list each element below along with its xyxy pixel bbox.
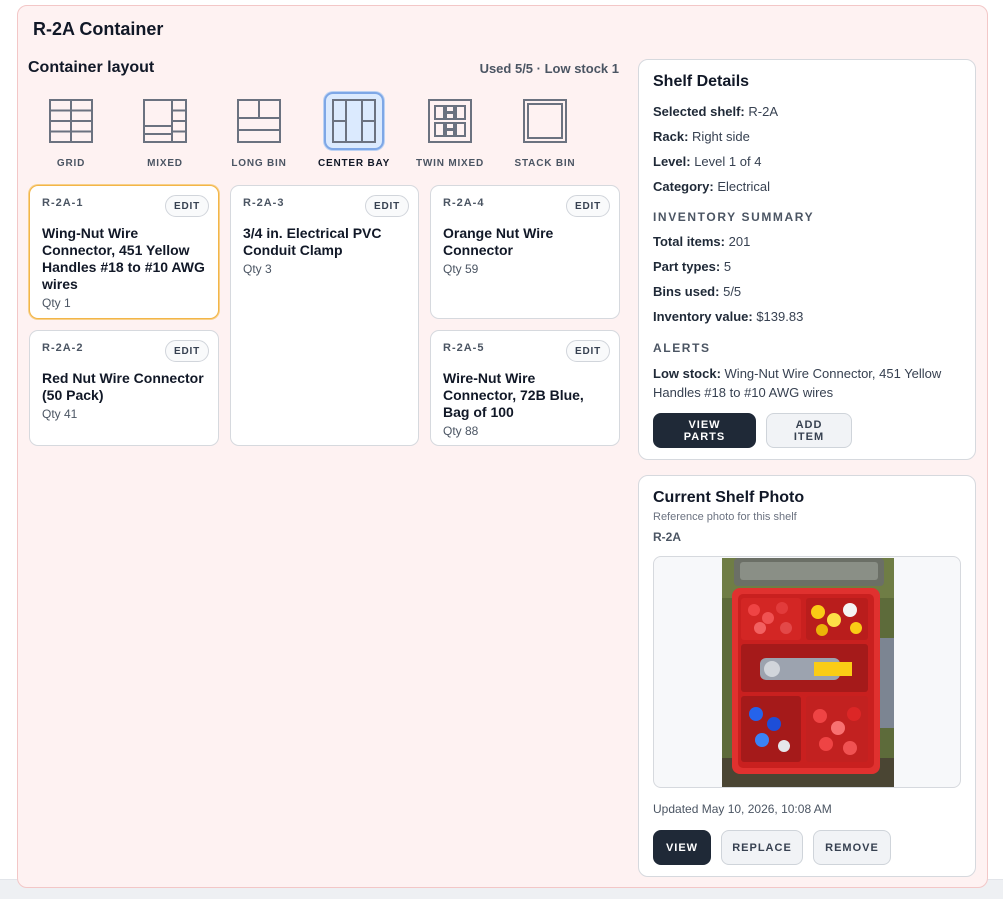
shelf-photo-frame[interactable] [653,556,961,788]
summary-inventory-value: Inventory value: $139.83 [653,309,804,324]
inventory-summary-heading: INVENTORY SUMMARY [653,210,815,224]
summary-total-items: Total items: 201 [653,234,751,249]
layout-option-label: STACK BIN [514,158,576,169]
layout-option-center-bay[interactable]: CENTER BAY [314,92,394,174]
shelf-photo-subtitle: Reference photo for this shelf [653,511,797,523]
bin-qty: Qty 1 [42,296,71,310]
layout-option-twin-mixed[interactable]: TWIN MIXED [410,92,490,174]
edit-button[interactable]: EDIT [365,195,409,217]
replace-photo-button[interactable]: REPLACE [721,830,803,865]
shelf-photo-title: Current Shelf Photo [653,489,805,506]
detail-category: Category: Electrical [653,179,771,194]
layout-option-stack-bin[interactable]: STACK BIN [505,92,585,174]
summary-bins-used: Bins used: 5/5 [653,284,742,299]
page-title: R-2A Container [33,19,164,39]
alerts-heading: ALERTS [653,341,711,355]
bin-card-r-2a-1[interactable]: R-2A-1 EDIT Wing-Nut Wire Connector, 451… [29,185,219,319]
bin-qty: Qty 3 [243,262,272,276]
layout-option-label: LONG BIN [231,158,287,169]
container-layout-heading: Container layout [28,59,155,76]
view-photo-button[interactable]: VIEW [653,830,711,865]
layout-option-label: GRID [56,158,86,169]
detail-level: Level: Level 1 of 4 [653,154,762,169]
shelf-photo-image [722,558,894,787]
add-item-button[interactable]: ADD ITEM [766,413,852,448]
bin-card-r-2a-2[interactable]: R-2A-2 EDIT Red Nut Wire Connector (50 P… [29,330,219,446]
bin-item-name: Orange Nut Wire Connector [443,225,554,258]
shelf-details-title: Shelf Details [653,73,750,90]
edit-button[interactable]: EDIT [566,195,610,217]
bin-card-r-2a-4[interactable]: R-2A-4 EDIT Orange Nut Wire Connector Qt… [430,185,620,319]
layout-option-label: CENTER BAY [317,158,391,169]
bin-card-r-2a-5[interactable]: R-2A-5 EDIT Wire-Nut Wire Connector, 72B… [430,330,620,446]
edit-button[interactable]: EDIT [165,195,209,217]
bin-qty: Qty 59 [443,262,479,276]
twin-mixed-layout-icon [420,92,480,150]
layout-option-long-bin[interactable]: LONG BIN [219,92,299,174]
edit-button[interactable]: EDIT [165,340,209,362]
mixed-layout-icon [135,92,195,150]
photo-updated-timestamp: Updated May 10, 2026, 10:08 AM [653,802,832,816]
detail-selected-shelf: Selected shelf: R-2A [653,104,779,119]
grid-layout-icon [41,92,101,150]
center-bay-layout-icon [324,92,384,150]
shelf-details-card: Shelf Details Selected shelf: R-2A Rack:… [638,59,976,460]
bin-qty: Qty 41 [42,407,78,421]
bin-item-name: Wing-Nut Wire Connector, 451 Yellow Hand… [42,225,205,292]
edit-button[interactable]: EDIT [566,340,610,362]
bin-item-name: 3/4 in. Electrical PVC Conduit Clamp [243,225,382,258]
stack-bin-layout-icon [515,92,575,150]
low-stock-alert: Low stock: Wing-Nut Wire Connector, 451 … [653,366,942,400]
bin-card-r-2a-3[interactable]: R-2A-3 EDIT 3/4 in. Electrical PVC Condu… [230,185,419,446]
layout-option-label: TWIN MIXED [416,158,484,169]
layout-option-mixed[interactable]: MIXED [125,92,205,174]
detail-rack: Rack: Right side [653,129,750,144]
remove-photo-button[interactable]: REMOVE [813,830,891,865]
layout-option-label: MIXED [147,158,183,169]
layout-option-grid[interactable]: GRID [31,92,111,174]
view-parts-button[interactable]: VIEW PARTS [653,413,756,448]
long-bin-layout-icon [229,92,289,150]
container-panel: R-2A Container Container layout Used 5/5… [17,5,988,888]
usage-stats: Used 5/5 · Low stock 1 [479,61,619,76]
shelf-photo-code: R-2A [653,530,682,544]
bin-item-name: Red Nut Wire Connector (50 Pack) [42,370,204,403]
bin-qty: Qty 88 [443,424,479,438]
summary-part-types: Part types: 5 [653,259,732,274]
bin-item-name: Wire-Nut Wire Connector, 72B Blue, Bag o… [443,370,584,420]
shelf-photo-card: Current Shelf Photo Reference photo for … [638,475,976,877]
